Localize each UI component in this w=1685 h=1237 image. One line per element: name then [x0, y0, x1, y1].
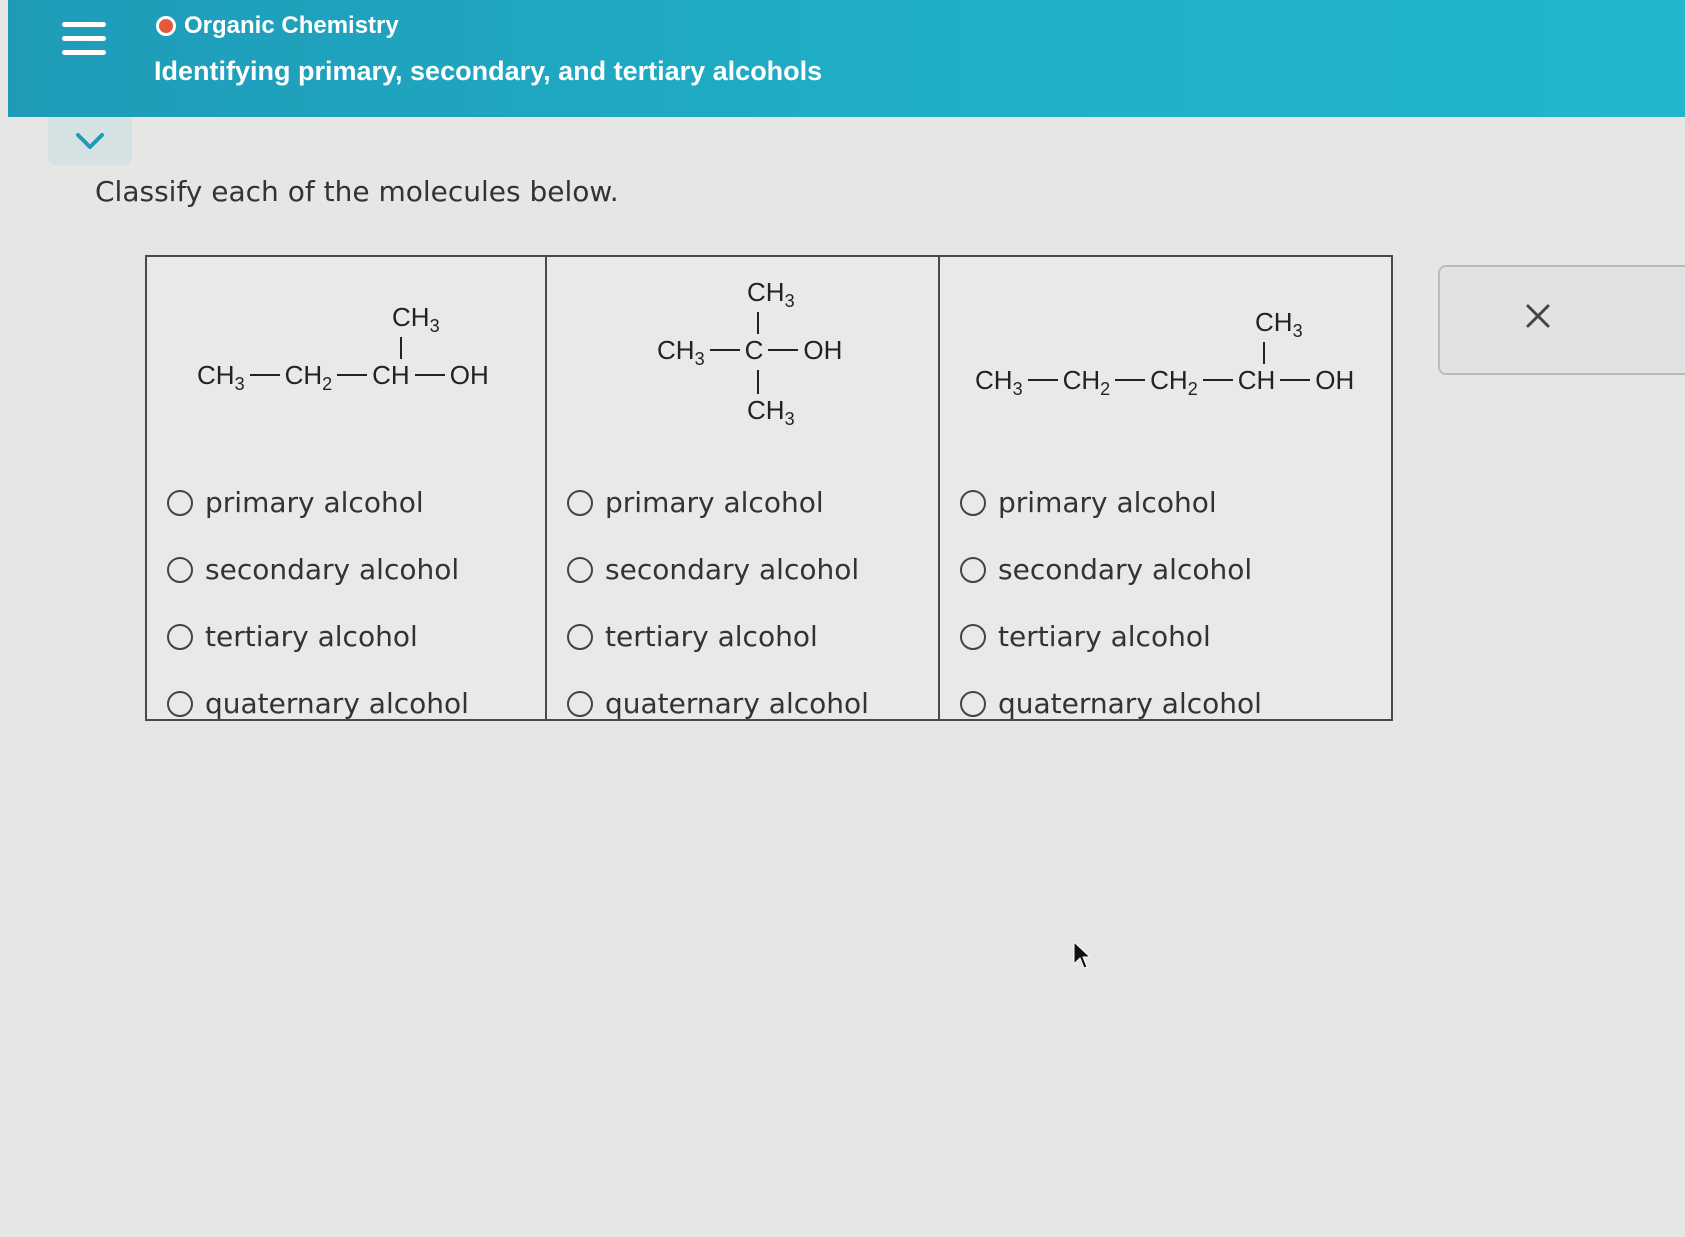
radio-button[interactable] [960, 690, 986, 717]
option-tertiary[interactable]: tertiary alcohol [167, 603, 469, 670]
radio-button[interactable] [167, 556, 193, 583]
menu-icon [62, 22, 106, 27]
side-panel [1438, 265, 1685, 375]
status-dot-icon [156, 16, 176, 36]
molecule-2-top: CH3 [747, 277, 795, 311]
molecule-2-bottom-bond [757, 370, 759, 394]
topic-title: Identifying primary, secondary, and tert… [154, 56, 823, 86]
radio-button[interactable] [567, 489, 593, 516]
option-tertiary[interactable]: tertiary alcohol [567, 603, 869, 670]
radio-button[interactable] [167, 623, 193, 650]
option-secondary[interactable]: secondary alcohol [167, 536, 469, 603]
option-primary[interactable]: primary alcohol [167, 469, 469, 536]
molecule-2-bottom: CH3 [747, 395, 795, 429]
molecule-column-3: CH3 CH3 CH2 CH2 CH OH primary alcohol second… [940, 257, 1391, 720]
option-tertiary[interactable]: tertiary alcohol [960, 603, 1262, 670]
molecule-3-options: primary alcohol secondary alcohol tertia… [960, 469, 1262, 737]
option-quaternary[interactable]: quaternary alcohol [567, 670, 869, 737]
chevron-down-icon [76, 133, 104, 149]
mouse-cursor-icon [1073, 940, 1092, 969]
close-button[interactable] [1518, 296, 1558, 336]
molecule-1-vertical-bond [400, 337, 402, 359]
option-primary[interactable]: primary alcohol [960, 469, 1262, 536]
course-name: Organic Chemistry [184, 12, 399, 39]
molecule-1-options: primary alcohol secondary alcohol tertia… [167, 469, 469, 737]
molecule-2-options: primary alcohol secondary alcohol tertia… [567, 469, 869, 737]
molecule-2-top-bond [757, 312, 759, 334]
radio-button[interactable] [960, 556, 986, 583]
radio-button[interactable] [960, 623, 986, 650]
option-quaternary[interactable]: quaternary alcohol [960, 670, 1262, 737]
molecule-column-2: CH3 CH3 C OH CH3 primary alcohol secondary… [547, 257, 940, 720]
classification-grid: CH3 CH3 CH2 CH OH primary alcohol secondary… [145, 255, 1393, 721]
radio-button[interactable] [567, 556, 593, 583]
molecule-2-chain: CH3 C OH [657, 335, 843, 369]
option-primary[interactable]: primary alcohol [567, 469, 869, 536]
radio-button[interactable] [167, 690, 193, 717]
option-secondary[interactable]: secondary alcohol [567, 536, 869, 603]
collapse-button[interactable] [48, 117, 132, 165]
radio-button[interactable] [567, 690, 593, 717]
close-icon [1526, 304, 1550, 328]
molecule-3-chain: CH3 CH2 CH2 CH OH [975, 365, 1355, 399]
course-row: Organic Chemistry [156, 12, 399, 40]
question-prompt: Classify each of the molecules below. [95, 175, 619, 208]
option-secondary[interactable]: secondary alcohol [960, 536, 1262, 603]
molecule-3-branch: CH3 [1255, 307, 1303, 341]
molecule-column-1: CH3 CH3 CH2 CH OH primary alcohol secondary… [147, 257, 547, 720]
radio-button[interactable] [167, 489, 193, 516]
molecule-1-chain: CH3 CH2 CH OH [197, 360, 489, 394]
menu-button[interactable] [62, 22, 106, 60]
option-quaternary[interactable]: quaternary alcohol [167, 670, 469, 737]
molecule-1-branch: CH3 [392, 302, 440, 336]
radio-button[interactable] [567, 623, 593, 650]
molecule-3-vertical-bond [1263, 342, 1265, 364]
radio-button[interactable] [960, 489, 986, 516]
top-bar: Organic Chemistry Identifying primary, s… [8, 0, 1685, 117]
